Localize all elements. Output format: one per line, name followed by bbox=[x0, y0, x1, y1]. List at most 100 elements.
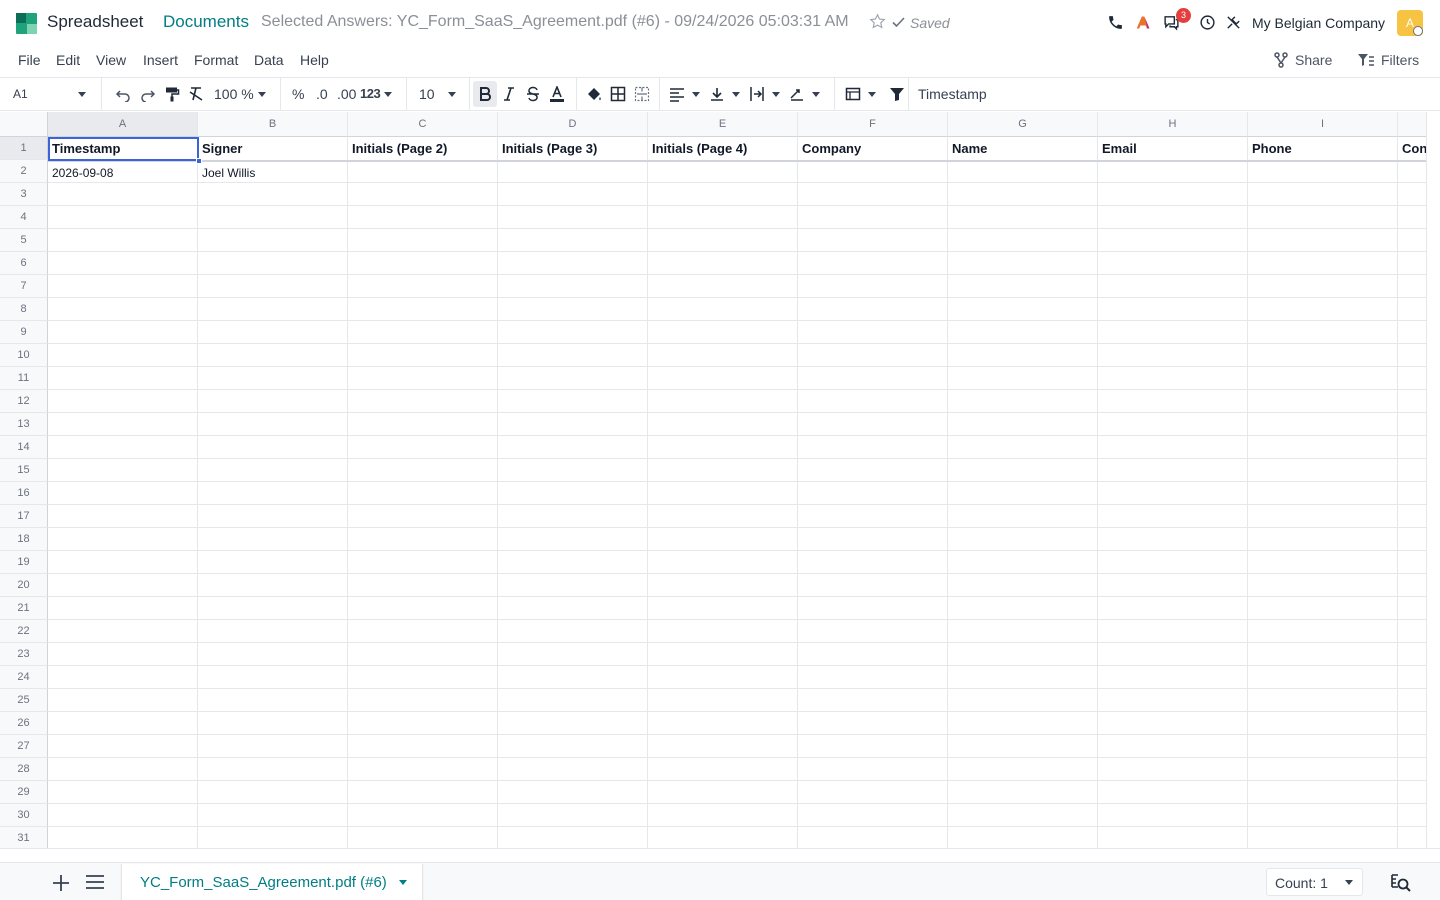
menu-data[interactable]: Data bbox=[254, 52, 284, 68]
header-cell-next[interactable]: Con bbox=[1398, 138, 1426, 160]
data-cell[interactable] bbox=[1398, 162, 1426, 185]
breadcrumb-documents[interactable]: Documents bbox=[163, 12, 249, 32]
row-header-26[interactable]: 26 bbox=[0, 712, 48, 735]
header-cell-g[interactable]: Name bbox=[948, 138, 1097, 160]
row-header-22[interactable]: 22 bbox=[0, 620, 48, 643]
aggregate-select[interactable]: Count: 1 bbox=[1266, 868, 1363, 896]
row-header-16[interactable]: 16 bbox=[0, 482, 48, 505]
column-header-i[interactable]: I bbox=[1248, 112, 1398, 137]
menu-edit[interactable]: Edit bbox=[56, 52, 80, 68]
row-header-5[interactable]: 5 bbox=[0, 229, 48, 252]
filters-button[interactable]: Filters bbox=[1357, 52, 1419, 68]
data-cell[interactable]: Joel Willis bbox=[198, 162, 347, 185]
font-size-dropdown-icon[interactable] bbox=[448, 92, 456, 97]
fill-color-icon[interactable] bbox=[586, 86, 602, 102]
paint-format-icon[interactable] bbox=[164, 86, 180, 102]
header-cell-h[interactable]: Email bbox=[1098, 138, 1247, 160]
data-cell[interactable] bbox=[348, 162, 497, 185]
row-header-9[interactable]: 9 bbox=[0, 321, 48, 344]
data-cell[interactable] bbox=[648, 162, 797, 185]
sheet-tab-dropdown-icon[interactable] bbox=[399, 880, 407, 885]
header-cell-b[interactable]: Signer bbox=[198, 138, 347, 160]
star-icon[interactable] bbox=[869, 13, 886, 30]
column-header-e[interactable]: E bbox=[648, 112, 798, 137]
strikethrough-icon[interactable] bbox=[525, 86, 541, 102]
horizontal-align-dropdown-icon[interactable] bbox=[692, 92, 700, 97]
merge-cells-icon[interactable] bbox=[634, 86, 650, 102]
row-header-27[interactable]: 27 bbox=[0, 735, 48, 758]
row-header-15[interactable]: 15 bbox=[0, 459, 48, 482]
text-wrap-icon[interactable] bbox=[749, 86, 765, 102]
text-rotation-dropdown-icon[interactable] bbox=[812, 92, 820, 97]
cell-reference-box[interactable]: A1 bbox=[13, 87, 28, 101]
row-header-14[interactable]: 14 bbox=[0, 436, 48, 459]
data-cell[interactable] bbox=[498, 162, 647, 185]
data-cell[interactable] bbox=[798, 162, 947, 185]
column-header-h[interactable]: H bbox=[1098, 112, 1248, 137]
row-header-7[interactable]: 7 bbox=[0, 275, 48, 298]
spreadsheet-grid[interactable]: A B C D E F G H I 1 2 3 4 5 6 7 8 9 10 11 12 13 14 15 16 17 18 19 20… bbox=[0, 112, 1426, 848]
text-rotation-icon[interactable] bbox=[789, 86, 805, 102]
company-switcher[interactable]: My Belgian Company bbox=[1252, 15, 1385, 31]
row-header-3[interactable]: 3 bbox=[0, 183, 48, 206]
formula-bar-input[interactable]: Timestamp bbox=[918, 86, 987, 102]
menu-help[interactable]: Help bbox=[300, 52, 329, 68]
header-cell-f[interactable]: Company bbox=[798, 138, 947, 160]
text-color-icon[interactable] bbox=[549, 86, 565, 102]
column-header-c[interactable]: C bbox=[348, 112, 498, 137]
row-header-11[interactable]: 11 bbox=[0, 367, 48, 390]
increase-decimals-button[interactable]: .00 bbox=[337, 86, 356, 102]
column-header-g[interactable]: G bbox=[948, 112, 1098, 137]
horizontal-align-icon[interactable] bbox=[669, 86, 685, 102]
header-cell-e[interactable]: Initials (Page 4) bbox=[648, 138, 797, 160]
row-header-4[interactable]: 4 bbox=[0, 206, 48, 229]
row-header-17[interactable]: 17 bbox=[0, 505, 48, 528]
row-header-29[interactable]: 29 bbox=[0, 781, 48, 804]
zoom-dropdown-icon[interactable] bbox=[258, 92, 266, 97]
undo-icon[interactable] bbox=[115, 86, 131, 102]
tools-icon[interactable] bbox=[1225, 14, 1242, 31]
header-cell-a[interactable]: Timestamp bbox=[48, 138, 197, 160]
row-header-1[interactable]: 1 bbox=[0, 137, 48, 160]
vertical-scrollbar[interactable] bbox=[1426, 112, 1440, 848]
ai-icon[interactable] bbox=[1135, 14, 1152, 31]
font-size-select[interactable]: 10 bbox=[419, 86, 435, 102]
row-header-13[interactable]: 13 bbox=[0, 413, 48, 436]
header-cell-i[interactable]: Phone bbox=[1248, 138, 1397, 160]
data-cell[interactable] bbox=[1248, 162, 1397, 185]
number-format-button[interactable]: 123 bbox=[360, 86, 381, 101]
row-header-24[interactable]: 24 bbox=[0, 666, 48, 689]
explore-search-icon[interactable] bbox=[1391, 873, 1411, 893]
menu-insert[interactable]: Insert bbox=[143, 52, 178, 68]
row-header-28[interactable]: 28 bbox=[0, 758, 48, 781]
insert-chart-dropdown-icon[interactable] bbox=[868, 92, 876, 97]
select-all-corner[interactable] bbox=[0, 112, 48, 137]
row-header-19[interactable]: 19 bbox=[0, 551, 48, 574]
row-header-2[interactable]: 2 bbox=[0, 160, 48, 183]
share-button[interactable]: Share bbox=[1273, 52, 1332, 68]
decrease-decimals-button[interactable]: .0 bbox=[316, 86, 328, 102]
row-header-23[interactable]: 23 bbox=[0, 643, 48, 666]
header-cell-c[interactable]: Initials (Page 2) bbox=[348, 138, 497, 160]
data-cell[interactable] bbox=[1098, 162, 1247, 185]
zoom-select[interactable]: 100 % bbox=[214, 86, 254, 102]
horizontal-scrollbar[interactable] bbox=[0, 848, 1440, 862]
text-wrap-dropdown-icon[interactable] bbox=[772, 92, 780, 97]
filter-icon[interactable] bbox=[889, 86, 905, 102]
cell-reference-dropdown-icon[interactable] bbox=[78, 92, 86, 97]
clock-icon[interactable] bbox=[1199, 14, 1216, 31]
phone-icon[interactable] bbox=[1107, 14, 1124, 31]
column-header-a[interactable]: A bbox=[48, 112, 198, 137]
column-header-next[interactable] bbox=[1398, 112, 1426, 137]
data-cell[interactable]: 2026-09-08 bbox=[48, 162, 197, 185]
add-sheet-icon[interactable] bbox=[52, 874, 70, 892]
menu-file[interactable]: File bbox=[18, 52, 41, 68]
italic-icon[interactable] bbox=[501, 86, 517, 102]
column-header-b[interactable]: B bbox=[198, 112, 348, 137]
row-header-10[interactable]: 10 bbox=[0, 344, 48, 367]
clear-formatting-icon[interactable] bbox=[188, 86, 204, 102]
row-header-31[interactable]: 31 bbox=[0, 827, 48, 848]
column-header-d[interactable]: D bbox=[498, 112, 648, 137]
row-header-25[interactable]: 25 bbox=[0, 689, 48, 712]
header-cell-d[interactable]: Initials (Page 3) bbox=[498, 138, 647, 160]
